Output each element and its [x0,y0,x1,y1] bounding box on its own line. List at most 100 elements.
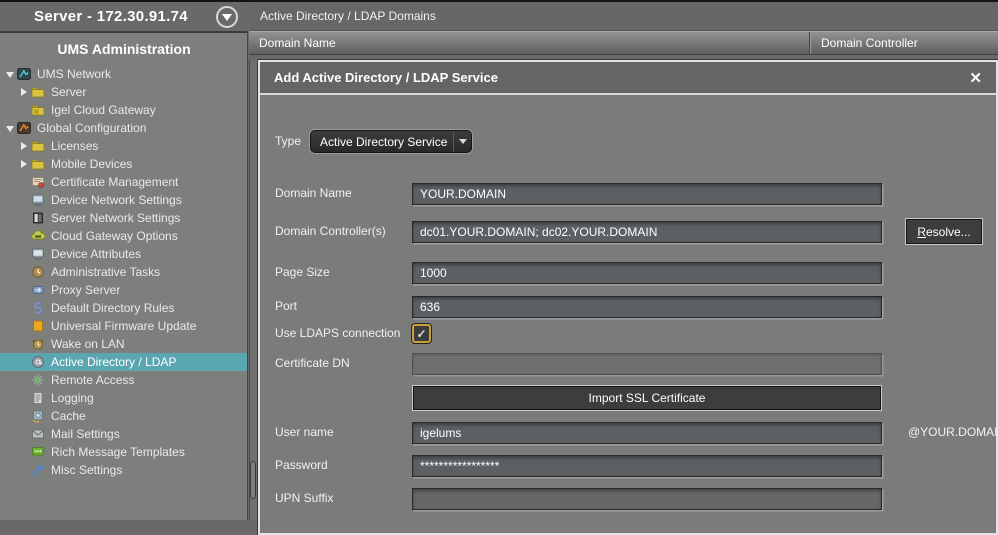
navigation-tree: UMS Network Server Igel Cloud Gateway Gl… [0,65,247,479]
at-sign-icon [31,355,47,369]
expander-icon[interactable] [3,67,16,82]
sidebar-item-wake-on-lan[interactable]: Wake on LAN [0,335,247,353]
password-field[interactable] [412,455,882,477]
sidebar-item-licenses[interactable]: Licenses [0,137,247,155]
sidebar-item-label: Licenses [51,139,98,153]
table-header: Domain Name Domain Controller [249,31,998,55]
sidebar-item-igel-cloud-gateway[interactable]: Igel Cloud Gateway [0,101,247,119]
sidebar-item-label: Cache [51,409,86,423]
sidebar-item-remote-access[interactable]: Remote Access [0,371,247,389]
ums-administration-label: UMS Administration [57,41,190,57]
user-name-field[interactable] [412,422,882,444]
sidebar-item-label: Mail Settings [51,427,120,441]
sidebar-item-misc-settings[interactable]: Misc Settings [0,461,247,479]
sidebar-item-ums-network[interactable]: UMS Network [0,65,247,83]
sidebar-item-server[interactable]: Server [0,83,247,101]
sidebar-item-proxy-server[interactable]: Proxy Server [0,281,247,299]
sidebar-item-label: Remote Access [51,373,134,387]
wrench-icon [31,463,47,477]
sidebar-item-label: Misc Settings [51,463,122,477]
monitor-icon [31,247,47,261]
sidebar-item-active-directory-ldap[interactable]: Active Directory / LDAP [0,353,247,371]
folder-icon [31,139,47,153]
ums-administration-heading: UMS Administration [0,35,248,63]
cloud-gateway-icon [31,229,47,243]
sidebar-item-label: Server Network Settings [51,211,180,225]
use-ldaps-checkbox[interactable]: ✓ [412,324,431,343]
sidebar-item-logging[interactable]: Logging [0,389,247,407]
domain-controllers-label: Domain Controller(s) [275,224,386,239]
sidebar-item-label: Active Directory / LDAP [51,355,176,369]
certificate-dn-field [412,353,882,375]
column-header-domain-name[interactable]: Domain Name [249,32,810,54]
sidebar-item-cloud-gateway-options[interactable]: Cloud Gateway Options [0,227,247,245]
resolve-button[interactable]: Resolve... [905,218,983,245]
dialog-title-bar[interactable]: Add Active Directory / LDAP Service ✕ [260,62,996,95]
sidebar-item-cache[interactable]: Cache [0,407,247,425]
domain-name-field[interactable] [412,183,882,205]
sidebar-item-certificate-management[interactable]: Certificate Management [0,173,247,191]
chevron-down-icon[interactable] [454,135,471,148]
expander-icon[interactable] [17,142,30,150]
speech-bubble-icon [31,445,47,459]
page-title: Active Directory / LDAP Domains [260,9,436,23]
sidebar-item-label: Wake on LAN [51,337,125,351]
server-rack-icon [31,211,47,225]
sidebar-item-mail-settings[interactable]: Mail Settings [0,425,247,443]
certificate-icon [31,175,47,189]
scrollbar-thumb[interactable] [250,461,256,499]
sidebar-item-label: Global Configuration [37,121,146,135]
directory-rules-icon [31,301,47,315]
upn-suffix-label: UPN Suffix [275,491,333,506]
sidebar-item-administrative-tasks[interactable]: Administrative Tasks [0,263,247,281]
sidebar-item-label: Logging [51,391,94,405]
proxy-server-icon [31,283,47,297]
port-field[interactable] [412,296,882,318]
sidebar-item-label: Device Attributes [51,247,141,261]
sidebar-item-device-attributes[interactable]: Device Attributes [0,245,247,263]
sidebar-item-mobile-devices[interactable]: Mobile Devices [0,155,247,173]
sidebar-item-label: Proxy Server [51,283,120,297]
type-select[interactable]: Active Directory Service [310,130,472,153]
sidebar-item-device-network-settings[interactable]: Device Network Settings [0,191,247,209]
page-size-field[interactable] [412,262,882,284]
igel-network-icon [17,67,33,81]
folder-icon [31,103,47,117]
chevron-down-icon [222,14,232,26]
expander-icon[interactable] [3,121,16,136]
port-label: Port [275,299,297,314]
import-ssl-certificate-button[interactable]: Import SSL Certificate [412,385,882,411]
sidebar-item-label: Mobile Devices [51,157,132,171]
check-icon: ✓ [416,327,426,341]
sidebar-item-label: Administrative Tasks [51,265,160,279]
sidebar-item-global-configuration[interactable]: Global Configuration [0,119,247,137]
upn-suffix-field[interactable] [412,488,882,510]
domain-controllers-field[interactable] [412,221,882,243]
column-label: Domain Controller [821,36,918,50]
sidebar-item-server-network-settings[interactable]: Server Network Settings [0,209,247,227]
sidebar-item-label: Universal Firmware Update [51,319,196,333]
folder-icon [31,157,47,171]
column-header-domain-controller[interactable]: Domain Controller [810,32,998,54]
sidebar-item-default-directory-rules[interactable]: Default Directory Rules [0,299,247,317]
disk-icon [31,409,47,423]
sidebar-item-label: Rich Message Templates [51,445,185,459]
type-selected-value: Active Directory Service [320,135,447,149]
close-icon[interactable]: ✕ [969,69,982,87]
sidebar-item-rich-message-templates[interactable]: Rich Message Templates [0,443,247,461]
type-label: Type [275,134,301,149]
server-selector[interactable]: Server - 172.30.91.74 [0,2,248,33]
upn-domain-suffix-text: @YOUR.DOMAIN [908,425,998,439]
expander-icon[interactable] [17,160,30,168]
folder-icon [31,85,47,99]
server-menu-button[interactable] [216,6,238,28]
server-title: Server - 172.30.91.74 [34,8,188,25]
sidebar-item-label: Device Network Settings [51,193,182,207]
alarm-clock-icon [31,337,47,351]
expander-icon[interactable] [17,88,30,96]
password-label: Password [275,458,328,473]
monitor-icon [31,193,47,207]
add-ad-ldap-service-dialog: Add Active Directory / LDAP Service ✕ Ty… [258,60,998,535]
asterisk-icon [31,373,47,387]
sidebar-item-universal-firmware-update[interactable]: Universal Firmware Update [0,317,247,335]
